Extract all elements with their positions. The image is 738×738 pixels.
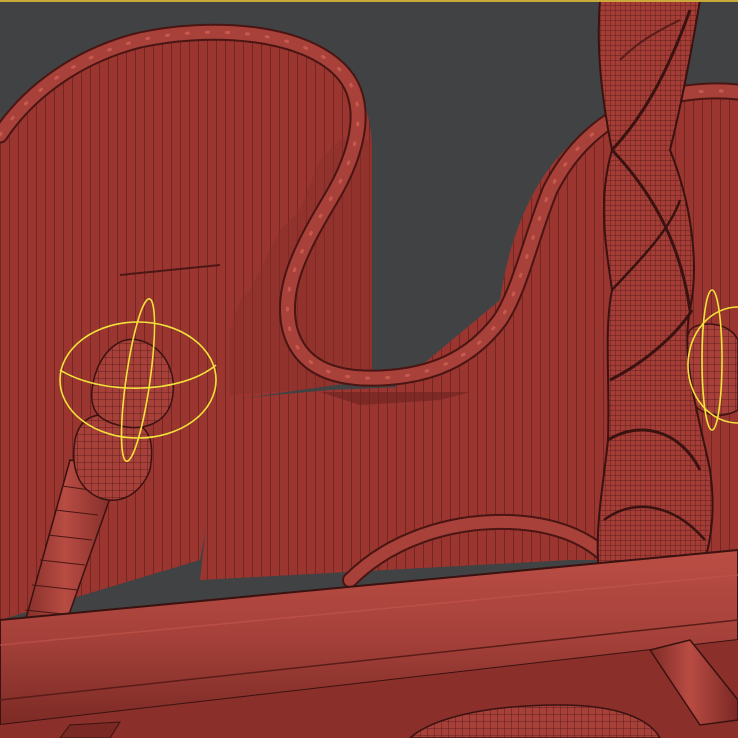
scene-render[interactable] <box>0 0 738 738</box>
3d-viewport[interactable] <box>0 0 738 738</box>
